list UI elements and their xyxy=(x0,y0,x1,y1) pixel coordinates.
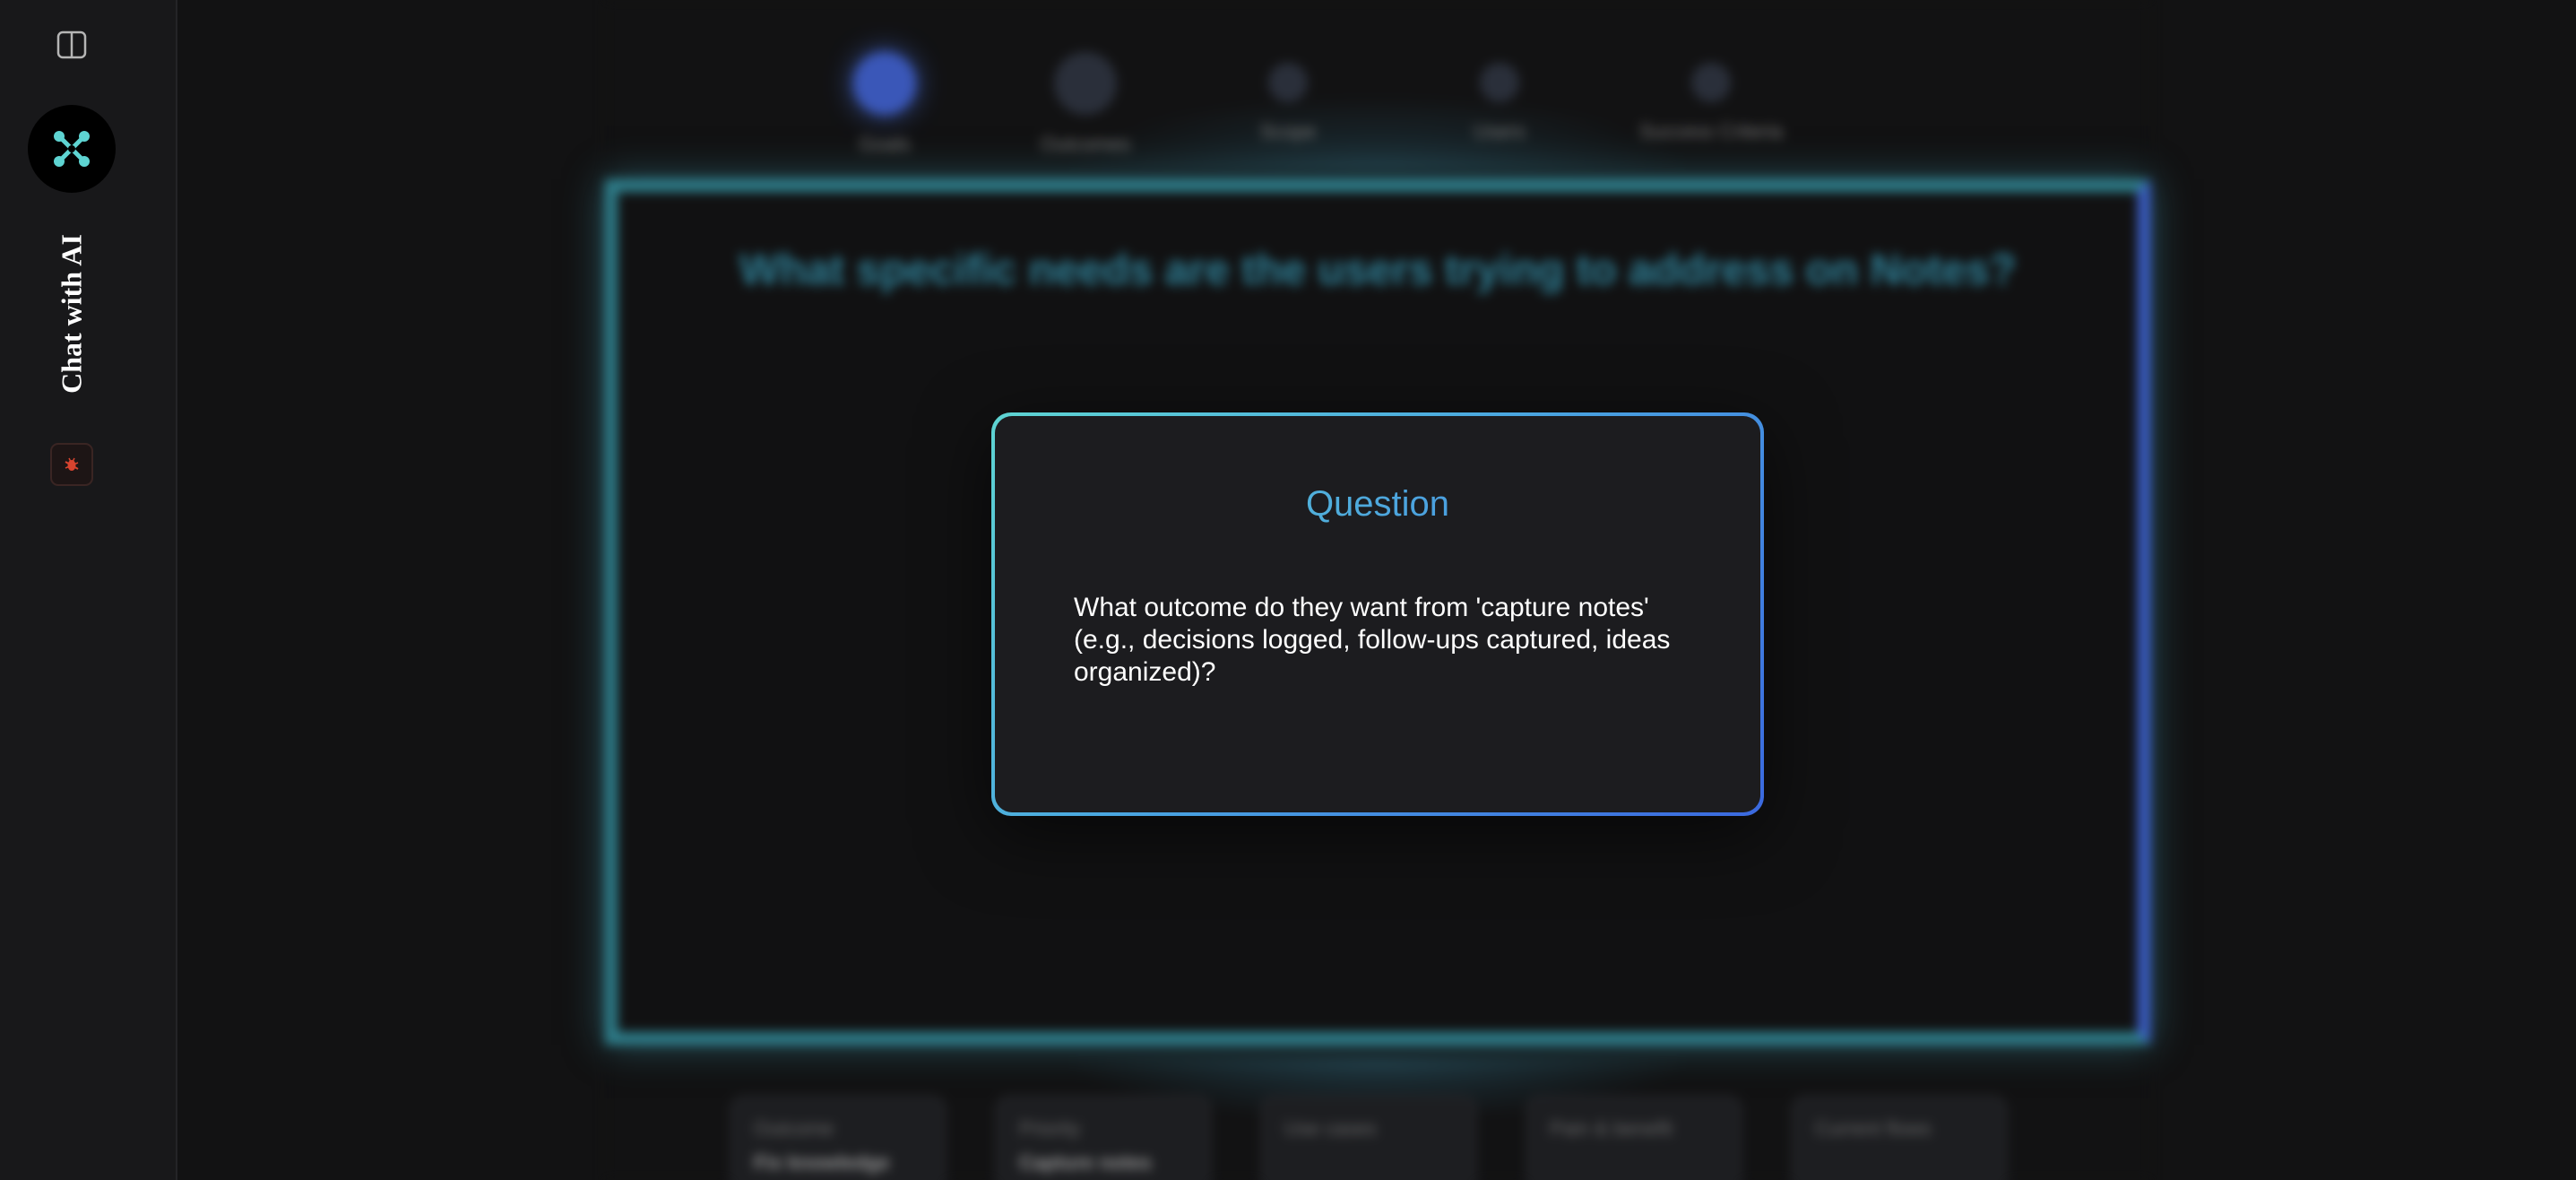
app-window: Chat with AI Goals Outcomes Scope Users … xyxy=(0,0,2576,1180)
step-indicator xyxy=(1268,63,1308,102)
step-item: Outcomes xyxy=(987,52,1184,156)
sidebar-toggle-button[interactable] xyxy=(54,29,90,61)
app-logo-button[interactable] xyxy=(28,105,116,193)
chip-label: Current flows xyxy=(1815,1117,1932,1140)
dialog-question-text: What outcome do they want from 'capture … xyxy=(1074,593,1671,687)
chip-label: Outcome xyxy=(754,1117,834,1140)
step-indicator xyxy=(1054,52,1117,115)
step-item: Success Criteria xyxy=(1612,52,1810,143)
step-label: Success Criteria xyxy=(1638,120,1784,143)
chip-value: Capture notes xyxy=(1019,1151,1152,1174)
chip-label: Priority xyxy=(1019,1117,1081,1140)
sidebar-toggle-icon xyxy=(56,30,87,59)
answer-chip: Use cases xyxy=(1261,1096,1476,1180)
step-item: Scope xyxy=(1189,52,1387,143)
step-label: Users xyxy=(1474,120,1526,143)
network-logo-icon xyxy=(54,131,90,167)
step-item: Users xyxy=(1401,52,1598,143)
step-item: Goals xyxy=(786,52,983,156)
question-dialog-content: Question What outcome do they want from … xyxy=(995,416,1760,812)
step-label: Goals xyxy=(859,133,911,155)
bug-icon xyxy=(65,457,79,471)
bug-report-button[interactable] xyxy=(50,443,93,486)
answer-chips: Outcome Fix knowledge Priority Capture n… xyxy=(605,1058,2150,1180)
dialog-title: Question xyxy=(995,484,1760,525)
step-label: Scope xyxy=(1259,120,1317,143)
answer-chip: Current flows xyxy=(1792,1096,2007,1180)
question-dialog[interactable]: Question What outcome do they want from … xyxy=(991,412,1764,816)
chat-with-ai-label[interactable]: Chat with AI xyxy=(56,234,89,394)
step-indicator xyxy=(853,52,916,115)
answer-chip: Priority Capture notes xyxy=(996,1096,1211,1180)
chip-label: Pain & benefit xyxy=(1550,1117,1673,1140)
progress-steps: Goals Outcomes Scope Users Success Crite… xyxy=(605,0,2150,170)
answer-chip: Outcome Fix knowledge xyxy=(730,1096,946,1180)
step-indicator xyxy=(1480,63,1519,102)
answer-chip: Pain & benefit xyxy=(1526,1096,1742,1180)
sidebar: Chat with AI xyxy=(0,0,177,1180)
chip-label: Use cases xyxy=(1284,1117,1377,1140)
chip-value: Fix knowledge xyxy=(754,1151,890,1174)
step-indicator xyxy=(1691,63,1731,102)
step-label: Outcomes xyxy=(1040,133,1131,155)
background-question: What specific needs are the users trying… xyxy=(739,247,2017,294)
